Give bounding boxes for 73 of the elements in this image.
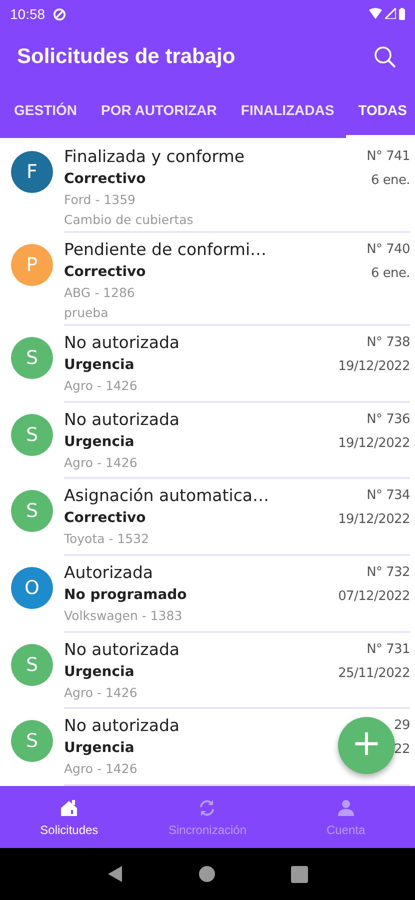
tab[interactable]: TODAS: [346, 85, 415, 138]
request-status: Pendiente de conformi…: [64, 239, 267, 261]
data-saver-icon: [53, 8, 66, 20]
request-status: Autorizada: [64, 562, 154, 584]
request-date: 22: [394, 741, 410, 760]
avatar: O: [11, 567, 53, 610]
request-status: No autorizada: [64, 638, 180, 661]
avatar: S: [11, 720, 53, 762]
request-item[interactable]: F Finalizada y conforme Correctivo Ford - 1359 Cambio de cubiertas N° 741 6 ene.: [0, 140, 415, 233]
request-date: 19/12/2022: [338, 511, 410, 530]
vehicle-label: Agro - 1426: [64, 684, 138, 702]
request-status: No autorizada: [64, 408, 180, 431]
request-date: 25/11/2022: [338, 664, 410, 683]
home-button[interactable]: [198, 865, 216, 883]
request-status: Asignación automatica…: [64, 485, 270, 508]
request-number: N° 734: [366, 487, 410, 506]
tab[interactable]: FINALIZADAS: [228, 85, 346, 138]
avatar: S: [11, 414, 53, 456]
battery-icon: [399, 8, 405, 20]
recents-button[interactable]: [290, 866, 308, 882]
request-status: No autorizada: [64, 715, 180, 738]
request-item[interactable]: S No autorizada Urgencia Agro - 1426 N° 738 19/12/2022: [0, 326, 415, 403]
request-type: Urgencia: [64, 356, 134, 375]
request-number: N° 736: [366, 410, 410, 429]
app-title: Solicitudes de trabajo: [17, 44, 236, 68]
back-button[interactable]: [107, 865, 124, 883]
request-date: 19/12/2022: [338, 434, 410, 453]
nav-tab[interactable]: Solicitudes: [0, 786, 138, 848]
request-item[interactable]: S Asignación automatica… Correctivo Toyota - 1532 N° 734 19/12/2022: [0, 479, 415, 556]
request-date: 07/12/2022: [338, 588, 410, 606]
request-number: N° 738: [366, 334, 410, 352]
vehicle-label: Volkswagen - 1383: [64, 607, 182, 626]
vehicle-label: Toyota - 1532: [64, 530, 150, 548]
request-number: N° 731: [366, 640, 410, 659]
request-number: N° 740: [366, 241, 410, 259]
request-type: No programado: [64, 586, 187, 606]
request-type: Correctivo: [64, 509, 146, 528]
avatar: S: [11, 490, 53, 532]
avatar: F: [11, 151, 53, 193]
request-note: prueba: [64, 304, 108, 322]
tab[interactable]: GESTIÓN: [2, 85, 90, 138]
vehicle-label: Agro - 1426: [64, 377, 138, 395]
request-number: 29: [394, 717, 410, 736]
signal-icon: [385, 8, 396, 19]
avatar: P: [11, 244, 53, 286]
vehicle-label: Agro - 1426: [64, 760, 138, 778]
wifi-icon: [369, 8, 382, 19]
avatar: S: [11, 337, 53, 379]
request-item[interactable]: P Pendiente de conformi… Correctivo ABG - 1286 prueba N° 740 6 ene.: [0, 233, 415, 326]
home-icon: [59, 798, 80, 818]
request-date: 6 ene.: [371, 172, 410, 190]
request-item[interactable]: S No autorizada Urgencia Agro - 1426 N° 736 19/12/2022: [0, 402, 415, 480]
request-type: Urgencia: [64, 662, 134, 682]
request-type: Correctivo: [64, 263, 146, 282]
tab[interactable]: POR AUTORIZAR: [89, 85, 229, 138]
request-type: Correctivo: [64, 170, 146, 189]
request-date: 6 ene.: [371, 265, 410, 283]
request-note: Cambio de cubiertas: [64, 211, 194, 229]
request-status: No autorizada: [64, 332, 180, 354]
request-number: N° 741: [366, 148, 410, 166]
status-time: 10:58: [10, 6, 46, 22]
request-item[interactable]: S No autorizada Urgencia Agro - 1426 N° 731 25/11/2022: [0, 632, 415, 710]
request-type: Urgencia: [64, 739, 134, 758]
request-number: N° 732: [366, 564, 410, 582]
request-item[interactable]: O Autorizada No programado Volkswagen - 1383 N° 732 07/12/2022: [0, 556, 415, 633]
request-date: 19/12/2022: [338, 358, 410, 376]
avatar: S: [11, 644, 53, 686]
vehicle-label: Agro - 1426: [64, 454, 138, 472]
person-icon: [336, 798, 356, 818]
vehicle-label: Ford - 1359: [64, 191, 136, 209]
request-type: Urgencia: [64, 432, 134, 452]
vehicle-label: ABG - 1286: [64, 284, 135, 302]
request-status: Finalizada y conforme: [64, 146, 244, 168]
